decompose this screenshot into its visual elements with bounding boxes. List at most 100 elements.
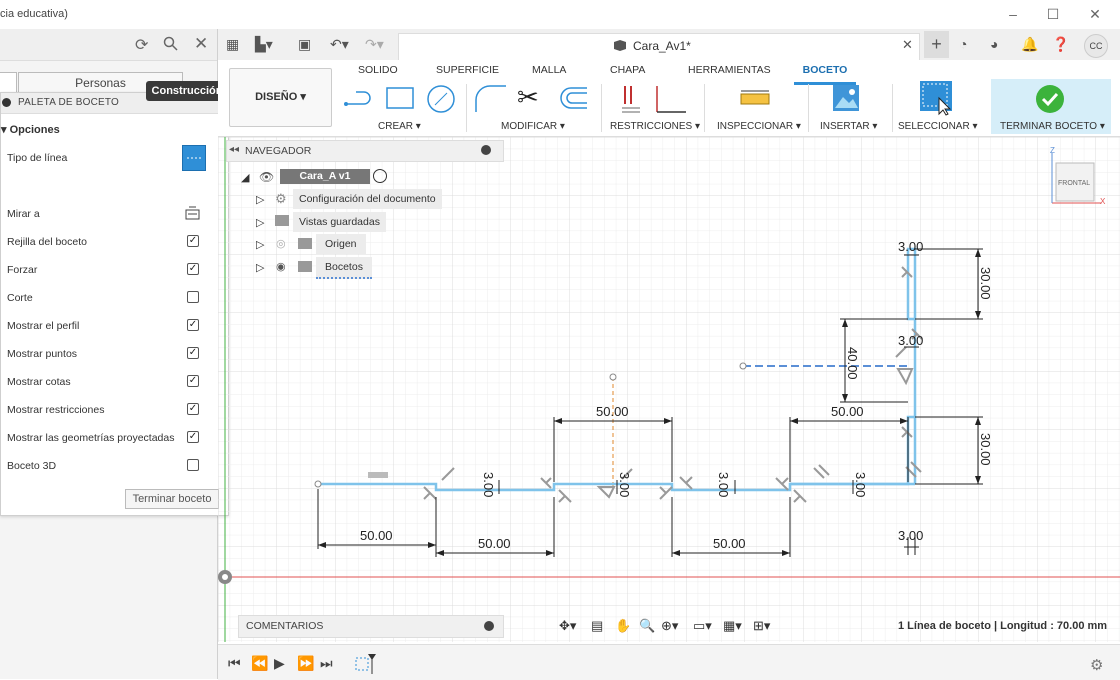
root-component[interactable]: Cara_A v1 [280, 169, 370, 184]
navigator-panel[interactable]: ◂◂ NAVEGADOR [226, 140, 504, 162]
look-at-icon[interactable]: ▤ [591, 618, 603, 634]
group-inspeccionar[interactable]: INSPECCIONAR ▾ [717, 121, 801, 132]
group-crear[interactable]: CREAR ▾ [378, 121, 421, 132]
trim-tool-icon[interactable]: ✂ [517, 82, 539, 113]
search-icon[interactable] [163, 36, 178, 56]
dimension-label[interactable]: 30.00 [978, 267, 993, 300]
undo-icon[interactable]: ↶▾ [330, 36, 349, 53]
tab-herramientas[interactable]: HERRAMIENTAS [688, 64, 771, 76]
go-to-start-icon[interactable]: ⏮ [228, 655, 241, 672]
show-dimensions-checkbox[interactable]: ✓ [187, 375, 199, 387]
help-icon[interactable]: ❓ [1052, 36, 1069, 53]
dimension-label[interactable]: 3.00 [716, 472, 731, 497]
fillet-tool-icon[interactable] [474, 84, 508, 117]
file-icon[interactable]: ▙▾ [255, 36, 273, 53]
visibility-eye-icon[interactable]: ◉ [276, 260, 286, 273]
look-at-icon[interactable] [185, 206, 201, 223]
insert-image-icon[interactable] [832, 84, 860, 115]
measure-tool-icon[interactable] [740, 88, 770, 111]
tab-boceto[interactable]: BOCETO [794, 60, 856, 85]
dimension-label[interactable]: 50.00 [596, 404, 629, 419]
grid-menu-icon[interactable]: ▦ [226, 36, 239, 53]
nav-item-document-settings[interactable]: Configuración del documento [293, 189, 442, 209]
dimension-label[interactable]: 3.00 [617, 472, 632, 497]
finish-sketch-button[interactable]: Terminar boceto [125, 489, 219, 509]
group-terminar-boceto[interactable]: TERMINAR BOCETO ▾ [1000, 121, 1105, 132]
finish-sketch-icon[interactable] [1035, 84, 1065, 117]
sketch-timeline-item-icon[interactable] [354, 652, 376, 677]
show-projected-geometry-checkbox[interactable]: ✓ [187, 431, 199, 443]
dimension-label[interactable]: 40.00 [845, 347, 860, 380]
close-tab-icon[interactable]: ✕ [902, 37, 913, 53]
construction-linetype-button[interactable] [182, 145, 206, 171]
options-section-header[interactable]: ▾ Opciones [1, 123, 60, 136]
settings-gear-icon[interactable]: ⚙ [1090, 656, 1103, 674]
offset-tool-icon[interactable] [557, 85, 589, 114]
dimension-label[interactable]: 50.00 [831, 404, 864, 419]
comments-panel[interactable]: COMENTARIOS [238, 615, 504, 638]
redo-icon[interactable]: ↷▾ [365, 36, 384, 53]
dimension-label[interactable]: 3.00 [898, 333, 923, 348]
tab-chapa[interactable]: CHAPA [610, 64, 645, 76]
perpendicular-constraint-icon[interactable] [652, 84, 688, 117]
dimension-label[interactable]: 50.00 [713, 536, 746, 551]
group-restricciones[interactable]: RESTRICCIONES ▾ [610, 121, 700, 132]
user-avatar[interactable]: CC [1084, 34, 1108, 58]
expand-icon[interactable]: ▷ [256, 216, 264, 229]
nav-item-origin[interactable]: Origen [316, 234, 366, 254]
new-tab-button[interactable]: + [924, 31, 949, 58]
fit-icon[interactable]: ⊕▾ [661, 618, 678, 634]
go-to-end-icon[interactable]: ⏭ [320, 655, 333, 672]
show-profile-checkbox[interactable]: ✓ [187, 319, 199, 331]
3d-sketch-checkbox[interactable] [187, 459, 199, 471]
nav-item-sketches[interactable]: Bocetos [316, 257, 372, 279]
hidden-eye-icon[interactable]: ◎ [276, 237, 286, 250]
close-window-button[interactable]: ✕ [1080, 4, 1110, 24]
close-icon[interactable]: ✕ [194, 34, 208, 54]
comments-dot-icon[interactable] [484, 621, 494, 631]
dimension-label[interactable]: 3.00 [898, 528, 923, 543]
pan-icon[interactable]: ✋ [615, 618, 631, 634]
viewports-icon[interactable]: ⊞▾ [753, 618, 770, 634]
group-seleccionar[interactable]: SELECCIONAR ▾ [898, 121, 977, 132]
dimension-label[interactable]: 50.00 [478, 536, 511, 551]
show-points-checkbox[interactable]: ✓ [187, 347, 199, 359]
extensions-icon[interactable]: ◔ [959, 36, 967, 52]
orbit-icon[interactable]: ✥▾ [559, 618, 576, 634]
tab-superficie[interactable]: SUPERFICIE [436, 64, 499, 76]
grid-settings-icon[interactable]: ▦▾ [723, 618, 742, 634]
play-icon[interactable]: ▶ [274, 655, 285, 672]
sketch-grid-checkbox[interactable]: ✓ [187, 235, 199, 247]
slice-checkbox[interactable] [187, 291, 199, 303]
save-icon[interactable]: ▣ [298, 36, 311, 53]
collapse-navigator-icon[interactable]: ◂◂ [229, 144, 239, 155]
tab-data[interactable] [0, 72, 17, 93]
expand-root-icon[interactable]: ◢ [241, 171, 249, 184]
collapse-icon[interactable] [2, 98, 11, 107]
circle-tool-icon[interactable] [426, 84, 456, 117]
step-back-icon[interactable]: ⏪ [251, 655, 268, 672]
expand-icon[interactable]: ▷ [256, 193, 264, 206]
activate-radio-icon[interactable] [373, 169, 387, 183]
display-settings-icon[interactable]: ▭▾ [693, 618, 712, 634]
notifications-icon[interactable]: 🔔 [1021, 36, 1038, 53]
dimension-label[interactable]: 50.00 [360, 528, 393, 543]
coincident-constraint-icon[interactable] [620, 84, 644, 117]
rectangle-tool-icon[interactable] [385, 86, 415, 113]
group-insertar[interactable]: INSERTAR ▾ [820, 121, 877, 132]
tab-malla[interactable]: MALLA [532, 64, 566, 76]
refresh-icon[interactable]: ⟳ [135, 35, 148, 55]
dimension-label[interactable]: 3.00 [898, 239, 923, 254]
show-constraints-checkbox[interactable]: ✓ [187, 403, 199, 415]
select-tool-icon[interactable] [919, 80, 955, 119]
workspace-switcher[interactable]: DISEÑO ▾ [229, 68, 332, 127]
expand-icon[interactable]: ▷ [256, 261, 264, 274]
visibility-eye-icon[interactable]: 👁 [259, 170, 274, 184]
line-tool-icon[interactable] [344, 86, 378, 113]
navigator-dot-icon[interactable] [481, 145, 491, 155]
step-forward-icon[interactable]: ⏩ [297, 655, 314, 672]
tab-solido[interactable]: SOLIDO [358, 64, 398, 76]
dimension-label[interactable]: 3.00 [481, 472, 496, 497]
snap-checkbox[interactable]: ✓ [187, 263, 199, 275]
expand-icon[interactable]: ▷ [256, 238, 264, 251]
